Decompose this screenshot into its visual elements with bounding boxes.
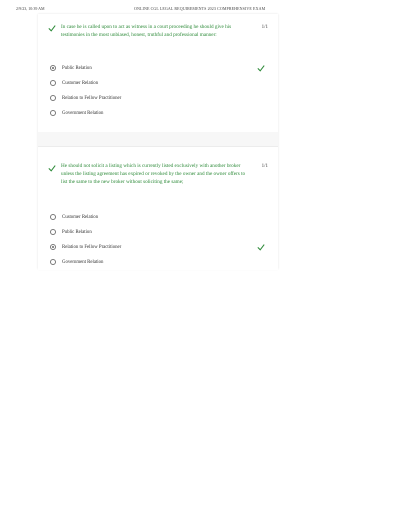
- print-title: ONLINE CGL LEGAL REQUIREMENTS 2023 COMPR…: [134, 6, 266, 11]
- question-text: In case he is called upon to act as witn…: [61, 24, 232, 38]
- quiz-results-panel: In case he is called upon to act as witn…: [38, 14, 278, 270]
- answer-option[interactable]: Public Relation: [50, 65, 265, 73]
- answer-option[interactable]: Public Relation: [50, 229, 265, 237]
- question-card-2: He should not solicit a listing which is…: [38, 146, 278, 270]
- radio-button[interactable]: [50, 229, 56, 235]
- answer-option[interactable]: Relation to Fellow Practitioner: [50, 95, 265, 103]
- answer-option[interactable]: Customer Relation: [50, 214, 265, 222]
- radio-button-selected[interactable]: [50, 244, 56, 250]
- option-label: Government Relation: [62, 111, 104, 116]
- option-label: Public Relation: [62, 230, 92, 235]
- check-icon: [48, 165, 56, 172]
- radio-button[interactable]: [50, 80, 56, 86]
- option-label: Public Relation: [62, 66, 92, 71]
- question-score: 1/1: [261, 25, 268, 30]
- answer-option[interactable]: Government Relation: [50, 110, 265, 118]
- radio-button[interactable]: [50, 214, 56, 220]
- correct-check-icon: [257, 65, 265, 72]
- answer-option[interactable]: Government Relation: [50, 259, 265, 267]
- radio-button-selected[interactable]: [50, 65, 56, 71]
- correct-check-icon: [257, 244, 265, 251]
- radio-button[interactable]: [50, 95, 56, 101]
- option-label: Relation to Fellow Practitioner: [62, 96, 122, 101]
- check-icon: [48, 25, 56, 32]
- radio-button[interactable]: [50, 110, 56, 116]
- print-header: 2/9/23, 10:39 AM ONLINE CGL LEGAL REQUIR…: [16, 6, 384, 14]
- answer-option[interactable]: Relation to Fellow Practitioner: [50, 244, 265, 252]
- radio-button[interactable]: [50, 259, 56, 265]
- print-datetime: 2/9/23, 10:39 AM: [16, 6, 45, 11]
- option-label: Government Relation: [62, 260, 104, 265]
- option-label: Relation to Fellow Practitioner: [62, 245, 122, 250]
- option-label: Customer Relation: [62, 81, 99, 86]
- question-score: 1/1: [261, 164, 268, 169]
- answer-option[interactable]: Customer Relation: [50, 80, 265, 88]
- option-label: Customer Relation: [62, 215, 99, 220]
- question-text: He should not solicit a listing which is…: [61, 163, 246, 185]
- question-card-1: In case he is called upon to act as witn…: [38, 14, 278, 132]
- card-separator: [38, 132, 278, 146]
